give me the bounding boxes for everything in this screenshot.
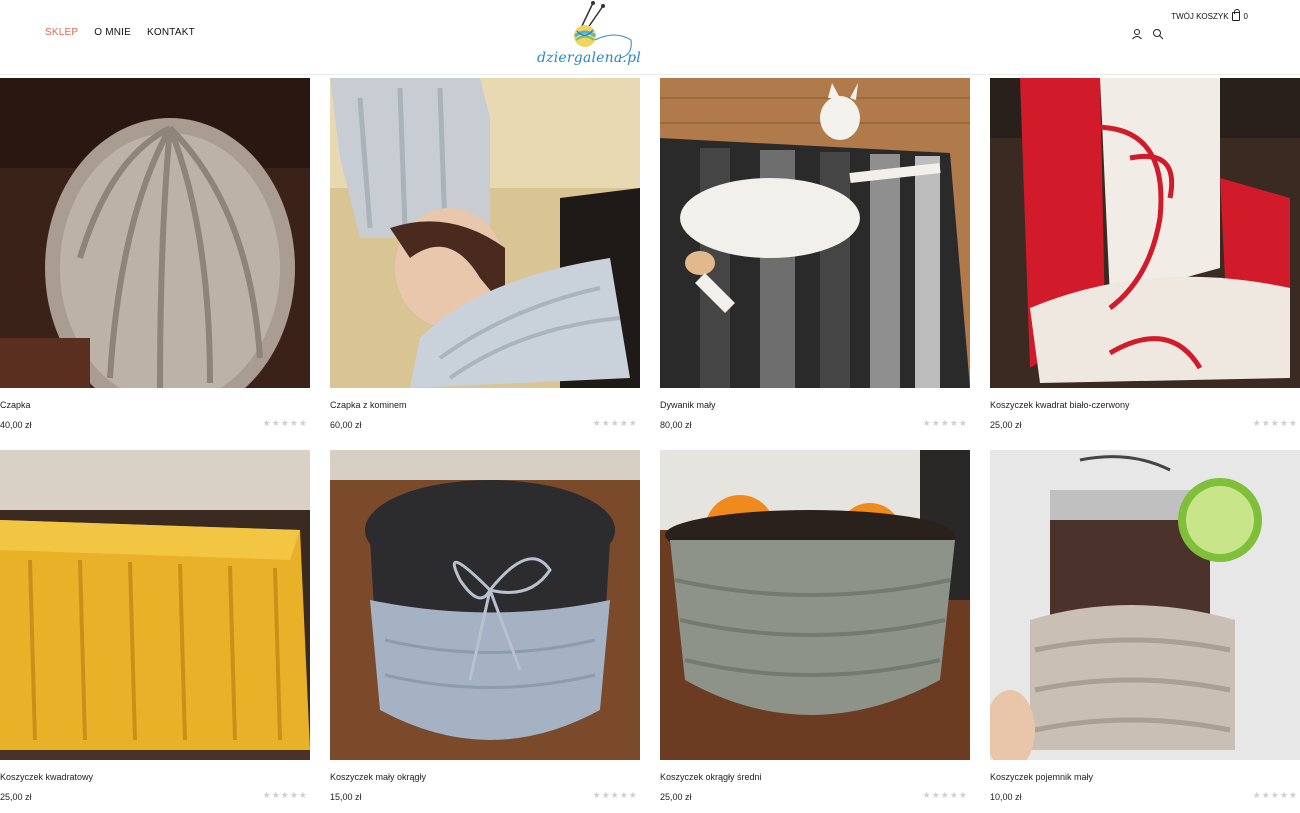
site-logo[interactable]: dziergalena.pl [535,0,641,72]
product-title[interactable]: Dywanik mały [660,400,716,410]
user-icon[interactable] [1131,27,1143,40]
product-card: Koszyczek pojemnik mały 10,00 zł ★★★★★ [990,450,1300,810]
product-price: 80,00 zł [660,420,692,430]
product-image-basket-oranges[interactable] [660,450,970,760]
product-title[interactable]: Koszyczek okrągły średni [660,772,762,782]
nav-item-kontakt[interactable]: KONTAKT [147,27,195,38]
search-icon[interactable] [1152,27,1164,40]
product-image-grey-round-basket[interactable] [330,450,640,760]
main-nav: SKLEP O MNIE KONTAKT [45,27,195,38]
product-price: 10,00 zł [990,792,1022,802]
product-title[interactable]: Koszyczek pojemnik mały [990,772,1093,782]
product-image-glass-cozy[interactable] [990,450,1300,760]
cart-label: TWÓJ KOSZYK [1171,12,1229,21]
rating-stars: ★★★★★ [922,418,968,428]
product-title[interactable]: Czapka z kominem [330,400,407,410]
product-card: Koszyczek mały okrągły 15,00 zł ★★★★★ [330,450,640,810]
rating-stars: ★★★★★ [592,418,638,428]
product-price: 25,00 zł [0,792,32,802]
product-card: Czapka z kominem 60,00 zł ★★★★★ [330,78,640,438]
logo-text: dziergalena.pl [537,50,641,66]
site-header: SKLEP O MNIE KONTAKT dziergalena.pl TWÓJ… [0,0,1300,75]
rating-stars: ★★★★★ [1252,790,1298,800]
product-card: Koszyczek kwadrat biało-czerwony 25,00 z… [990,78,1300,438]
rating-stars: ★★★★★ [922,790,968,800]
rating-stars: ★★★★★ [592,790,638,800]
cart-count: 0 [1243,12,1248,21]
product-title[interactable]: Koszyczek mały okrągły [330,772,426,782]
rating-stars: ★★★★★ [262,790,308,800]
product-card: Dywanik mały 80,00 zł ★★★★★ [660,78,970,438]
nav-item-o-mnie[interactable]: O MNIE [94,27,131,38]
rating-stars: ★★★★★ [262,418,308,428]
header-icons [1131,27,1164,40]
cart-bag-icon [1231,9,1240,21]
product-price: 25,00 zł [990,420,1022,430]
nav-item-sklep[interactable]: SKLEP [45,27,78,38]
product-price: 15,00 zł [330,792,362,802]
product-image-hat-and-scarf[interactable] [330,78,640,388]
product-title[interactable]: Koszyczek kwadratowy [0,772,93,782]
product-price: 60,00 zł [330,420,362,430]
product-title[interactable]: Koszyczek kwadrat biało-czerwony [990,400,1130,410]
product-card: Czapka 40,00 zł ★★★★★ [0,78,310,438]
product-image-knitted-hat[interactable] [0,78,310,388]
product-card: Koszyczek kwadratowy 25,00 zł ★★★★★ [0,450,310,810]
product-image-red-white-basket[interactable] [990,78,1300,388]
product-price: 25,00 zł [660,792,692,802]
rating-stars: ★★★★★ [1252,418,1298,428]
product-image-yellow-basket[interactable] [0,450,310,760]
product-card: Koszyczek okrągły średni 25,00 zł ★★★★★ [660,450,970,810]
product-image-cat-on-rug[interactable] [660,78,970,388]
product-title[interactable]: Czapka [0,400,31,410]
cart-link[interactable]: TWÓJ KOSZYK 0 [1171,9,1248,21]
product-price: 40,00 zł [0,420,32,430]
